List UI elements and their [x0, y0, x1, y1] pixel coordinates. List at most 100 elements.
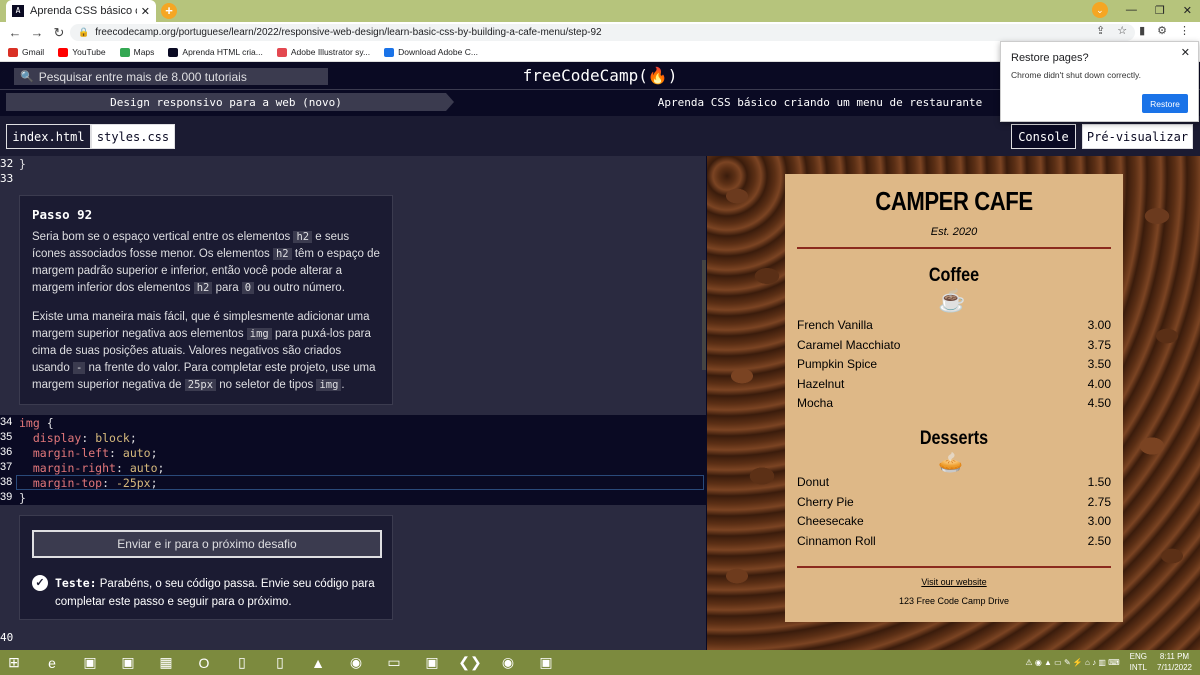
bookmark-item[interactable]: Adobe Illustrator sy... — [276, 47, 370, 57]
app-icon[interactable]: ▣ — [76, 650, 104, 675]
reload-icon[interactable]: ↻ — [52, 25, 66, 41]
start-icon[interactable]: ⊞ — [0, 650, 28, 675]
menu-item: Hazelnut 4.00 — [797, 377, 1111, 391]
youtube-icon — [58, 47, 69, 57]
minimize-button[interactable]: — — [1126, 4, 1137, 16]
bookmark-item[interactable]: Download Adobe C... — [384, 47, 478, 57]
test-text: Teste: Parabéns, o seu código passa. Env… — [55, 576, 375, 608]
menu-item-price: 2.50 — [1087, 533, 1111, 548]
gmail-icon — [8, 47, 18, 57]
code-line[interactable]: display: block; — [19, 431, 137, 445]
extension-icon[interactable]: ⚙ — [1157, 24, 1167, 37]
submit-button[interactable]: Enviar e ir para o próximo desafio — [32, 530, 382, 558]
system-tray: ⚠ ◉ ▲ ▭ ✎ ⚡ ⌂ ♪ ▥ ⌨ ENG INTL 8:11 PM 7/11/… — [1025, 651, 1192, 673]
bookmark-item[interactable]: Aprenda HTML cria... — [168, 47, 263, 57]
menu-item: Mocha 4.50 — [797, 396, 1111, 410]
url-text: freecodecamp.org/portuguese/learn/2022/r… — [95, 27, 602, 38]
code-line[interactable]: img { — [19, 416, 54, 430]
breadcrumb-superblock[interactable]: Design responsivo para a web (novo) — [6, 93, 446, 111]
line-number: 35 — [0, 431, 13, 443]
fcc-favicon-icon: A — [12, 5, 24, 17]
editor-scrollbar[interactable] — [702, 260, 706, 370]
menu-item-name: Cinnamon Roll — [797, 533, 876, 548]
check-icon: ✓ — [32, 575, 48, 591]
menu-item-price: 3.00 — [1087, 318, 1111, 332]
back-icon[interactable]: ← — [8, 25, 22, 40]
bookmark-item[interactable]: YouTube — [58, 47, 106, 57]
tab-index-html[interactable]: index.html — [6, 124, 91, 149]
coffee-cup-icon: ☕ — [938, 288, 966, 313]
menu-item-name: Cheesecake — [797, 514, 864, 528]
edge-icon[interactable]: e — [38, 650, 66, 675]
restore-pages-popup: Restore pages? ✕ Chrome didn't shut down… — [1000, 41, 1199, 122]
menu-item-price: 4.00 — [1087, 376, 1111, 391]
menu-item-name: Donut — [797, 475, 830, 489]
input-language[interactable]: ENG INTL — [1130, 651, 1147, 673]
profile-menu-icon[interactable]: ⌄ — [1091, 2, 1108, 18]
browser-tab[interactable]: A Aprenda CSS básico criando um ✕ — [6, 0, 156, 22]
menu-item: Pumpkin Spice 3.50 — [797, 357, 1111, 371]
close-window-button[interactable]: ✕ — [1183, 4, 1192, 17]
step-paragraph-1: Seria bom se o espaço vertical entre os … — [32, 231, 380, 294]
desserts-heading: Desserts — [919, 428, 989, 449]
app-icon[interactable]: ▣ — [418, 650, 446, 675]
line-number: 37 — [0, 461, 13, 473]
pie-icon: 🥧 — [938, 452, 963, 474]
maximize-button[interactable]: ❐ — [1155, 4, 1165, 17]
code-line[interactable]: margin-left: auto; — [19, 446, 158, 460]
divider — [797, 566, 1111, 568]
preview-button[interactable]: Pré-visualizar — [1082, 124, 1193, 149]
chrome-icon[interactable]: ◉ — [342, 650, 370, 675]
url-field[interactable]: 🔒 freecodecamp.org/portuguese/learn/2022… — [70, 24, 1135, 41]
file-icon[interactable]: ▯ — [228, 650, 256, 675]
divider — [797, 247, 1111, 249]
file-icon[interactable]: ▯ — [266, 650, 294, 675]
forward-icon[interactable]: → — [30, 25, 44, 40]
code-line[interactable]: } — [19, 491, 26, 505]
close-tab-icon[interactable]: ✕ — [141, 5, 150, 18]
step-description: Passo 92 Seria bom se o espaço vertical … — [19, 195, 393, 405]
line-number: 34 — [0, 416, 13, 428]
fcc-logo[interactable]: freeCodeCamp(🔥) — [480, 66, 720, 85]
restore-button[interactable]: Restore — [1142, 94, 1188, 113]
menu-item-price: 3.00 — [1087, 514, 1111, 528]
excel-icon[interactable]: ▦ — [152, 650, 180, 675]
search-icon: 🔍 — [20, 71, 34, 83]
bookmark-star-icon[interactable]: ☆ — [1117, 24, 1127, 37]
vscode-icon[interactable]: ❮❯ — [456, 650, 484, 675]
menu-item: Donut 1.50 — [797, 475, 1111, 489]
menu-item: Cherry Pie 2.75 — [797, 495, 1111, 509]
code-line[interactable]: } — [19, 157, 26, 171]
editable-code-region[interactable]: 34 img { 35 display: block; 36 margin-le… — [0, 415, 706, 505]
vlc-icon[interactable]: ▲ — [304, 650, 332, 675]
new-tab-button[interactable]: + — [161, 3, 177, 19]
sidebar-icon[interactable]: ▮ — [1139, 24, 1145, 37]
cafe-title: CAMPER CAFE — [875, 186, 1033, 216]
app-icon[interactable]: ▣ — [532, 650, 560, 675]
taskbar: ⊞ e ▣ ▣ ▦ O ▯ ▯ ▲ ◉ ▭ ▣ ❮❯ ◉ ▣ — [0, 650, 1200, 675]
bookmark-item[interactable]: Gmail — [8, 47, 44, 57]
coffee-heading: Coffee — [928, 265, 980, 286]
explorer-icon[interactable]: ▭ — [380, 650, 408, 675]
menu-item-name: Mocha — [797, 396, 834, 410]
close-icon[interactable]: ✕ — [1181, 46, 1190, 59]
visit-website-link[interactable]: Visit our website — [785, 577, 1123, 587]
share-icon[interactable]: ⇪ — [1096, 24, 1105, 37]
chrome-icon[interactable]: ◉ — [494, 650, 522, 675]
menu-item-name: Pumpkin Spice — [797, 357, 878, 371]
clock[interactable]: 8:11 PM 7/11/2022 — [1157, 651, 1192, 673]
bookmark-item[interactable]: Maps — [119, 47, 154, 57]
window-controls: ⌄ — ❐ ✕ — [1091, 2, 1192, 18]
tab-styles-css[interactable]: styles.css — [91, 124, 175, 149]
search-input[interactable]: 🔍 Pesquisar entre mais de 8.000 tutoriai… — [14, 68, 328, 85]
opera-icon[interactable]: O — [190, 650, 218, 675]
menu-item-price: 1.50 — [1087, 475, 1111, 489]
code-line[interactable]: margin-right: auto; — [19, 461, 165, 475]
console-button[interactable]: Console — [1011, 124, 1076, 149]
test-result: ✓ Teste: Parabéns, o seu código passa. E… — [32, 574, 380, 611]
menu-icon[interactable]: ⋮ — [1179, 24, 1190, 37]
app-icon[interactable]: ▣ — [114, 650, 142, 675]
step-paragraph-2: Existe uma maneira mais fácil, que é sim… — [32, 311, 376, 391]
tray-icons[interactable]: ⚠ ◉ ▲ ▭ ✎ ⚡ ⌂ ♪ ▥ ⌨ — [1025, 658, 1119, 667]
popup-title: Restore pages? — [1011, 52, 1089, 64]
